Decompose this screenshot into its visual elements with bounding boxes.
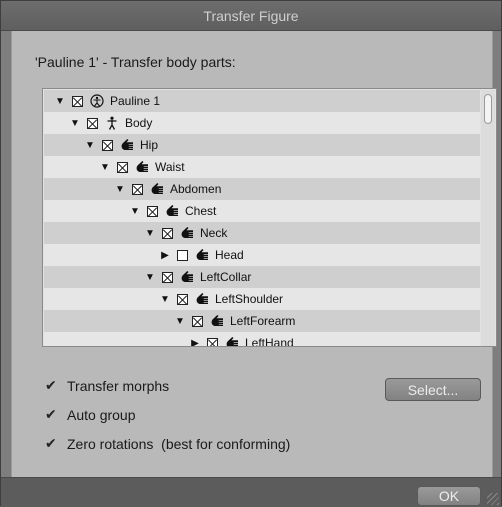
- tree-row[interactable]: ▶ Head: [44, 244, 480, 266]
- tree-row[interactable]: ▼ Pauline 1: [44, 90, 480, 112]
- expand-arrow-down-icon[interactable]: ▼: [174, 316, 186, 327]
- tree-scrollbar[interactable]: [481, 90, 495, 346]
- tree-row-label: Head: [215, 248, 244, 262]
- tree-heading: 'Pauline 1' - Transfer body parts:: [35, 54, 236, 70]
- tree-row[interactable]: ▼ Waist: [44, 156, 480, 178]
- tree-list: ▼ Pauline 1 ▼ Body ▼ Hip ▼ Waist ▼ Abdomen ▼ Chest ▼…: [44, 90, 480, 346]
- tree-row-label: Pauline 1: [110, 94, 161, 108]
- tree-row[interactable]: ▼ Body: [44, 112, 480, 134]
- tree-row-label: Abdomen: [170, 182, 222, 196]
- hand-icon: [195, 292, 209, 306]
- hand-icon: [195, 248, 209, 262]
- scrollbar-thumb[interactable]: [484, 94, 492, 124]
- zero-rotations-checkbox[interactable]: ✔: [45, 435, 61, 452]
- figure-icon: [90, 94, 104, 108]
- select-button[interactable]: Select...: [385, 378, 481, 401]
- tree-row-label: Waist: [155, 160, 185, 174]
- tree-row[interactable]: ▼ Chest: [44, 200, 480, 222]
- tree-row-checkbox[interactable]: [162, 227, 173, 239]
- tree-row[interactable]: ▼ Abdomen: [44, 178, 480, 200]
- expand-arrow-down-icon[interactable]: ▼: [69, 118, 81, 129]
- hand-icon: [165, 204, 179, 218]
- hand-icon: [180, 270, 194, 284]
- tree-row[interactable]: ▼ Neck: [44, 222, 480, 244]
- tree-row-label: LeftCollar: [200, 270, 252, 284]
- transfer-morphs-checkbox[interactable]: ✔: [45, 377, 61, 394]
- tree-row[interactable]: ▼ LeftShoulder: [44, 288, 480, 310]
- tree-row[interactable]: ▼ LeftForearm: [44, 310, 480, 332]
- zero-rotations-label: Zero rotations (best for conforming): [67, 435, 291, 452]
- expand-arrow-down-icon[interactable]: ▼: [84, 140, 96, 151]
- body-parts-tree: ▼ Pauline 1 ▼ Body ▼ Hip ▼ Waist ▼ Abdomen ▼ Chest ▼…: [42, 88, 497, 347]
- tree-row-label: LeftHand: [245, 336, 294, 346]
- tree-row[interactable]: ▼ Hip: [44, 134, 480, 156]
- hand-icon: [225, 336, 239, 346]
- tree-row-checkbox[interactable]: [177, 249, 188, 261]
- body-icon: [105, 116, 119, 130]
- tree-row-label: Hip: [140, 138, 159, 152]
- tree-row-label: Chest: [185, 204, 217, 218]
- expand-arrow-down-icon[interactable]: ▼: [129, 206, 141, 217]
- transfer-morphs-option[interactable]: ✔ Transfer morphs: [45, 377, 169, 394]
- expand-arrow-down-icon[interactable]: ▼: [114, 184, 126, 195]
- bottom-bar: OK: [1, 477, 501, 507]
- expand-arrow-right-icon[interactable]: ▶: [189, 338, 201, 347]
- tree-row-checkbox[interactable]: [117, 161, 128, 173]
- hand-icon: [180, 226, 194, 240]
- ok-button[interactable]: OK: [417, 486, 481, 506]
- auto-group-label: Auto group: [67, 406, 136, 423]
- hand-icon: [120, 138, 134, 152]
- tree-row-label: Body: [125, 116, 153, 130]
- tree-row-checkbox[interactable]: [147, 205, 158, 217]
- hand-icon: [135, 160, 149, 174]
- transfer-morphs-label: Transfer morphs: [67, 377, 170, 394]
- transfer-figure-dialog: Transfer Figure 'Pauline 1' - Transfer b…: [0, 0, 502, 507]
- tree-row-label: LeftShoulder: [215, 292, 284, 306]
- expand-arrow-right-icon[interactable]: ▶: [159, 250, 171, 261]
- tree-row-checkbox[interactable]: [102, 139, 113, 151]
- tree-row-checkbox[interactable]: [72, 95, 83, 107]
- tree-row[interactable]: ▶ LeftHand: [44, 332, 480, 346]
- hand-icon: [150, 182, 164, 196]
- tree-row-checkbox[interactable]: [192, 315, 203, 327]
- expand-arrow-down-icon[interactable]: ▼: [99, 162, 111, 173]
- expand-arrow-down-icon[interactable]: ▼: [144, 272, 156, 283]
- tree-row-checkbox[interactable]: [162, 271, 173, 283]
- auto-group-checkbox[interactable]: ✔: [45, 406, 61, 423]
- tree-row-checkbox[interactable]: [132, 183, 143, 195]
- tree-row-checkbox[interactable]: [87, 117, 98, 129]
- resize-grip-icon[interactable]: [487, 493, 499, 505]
- hand-icon: [210, 314, 224, 328]
- title-bar[interactable]: Transfer Figure: [1, 1, 501, 31]
- tree-row-label: Neck: [200, 226, 228, 240]
- expand-arrow-down-icon[interactable]: ▼: [159, 294, 171, 305]
- auto-group-option[interactable]: ✔ Auto group: [45, 406, 136, 423]
- expand-arrow-down-icon[interactable]: ▼: [144, 228, 156, 239]
- tree-row-checkbox[interactable]: [177, 293, 188, 305]
- window-title: Transfer Figure: [203, 7, 299, 24]
- tree-row[interactable]: ▼ LeftCollar: [44, 266, 480, 288]
- tree-row-checkbox[interactable]: [207, 337, 218, 346]
- tree-row-label: LeftForearm: [230, 314, 296, 328]
- expand-arrow-down-icon[interactable]: ▼: [54, 96, 66, 107]
- zero-rotations-option[interactable]: ✔ Zero rotations (best for conforming): [45, 435, 290, 452]
